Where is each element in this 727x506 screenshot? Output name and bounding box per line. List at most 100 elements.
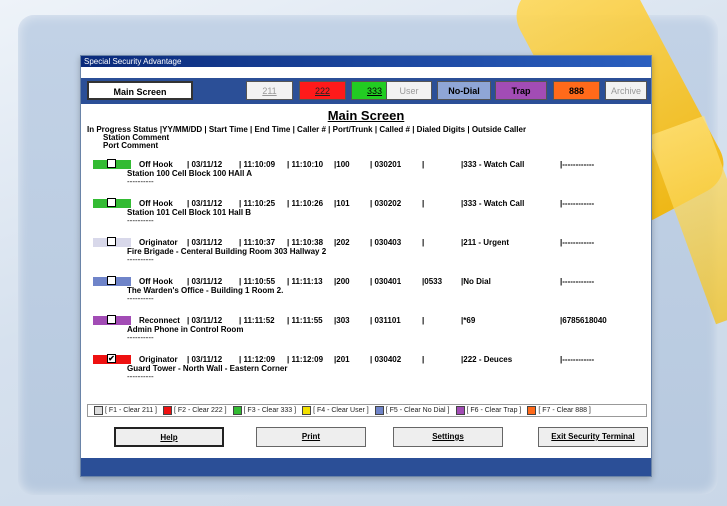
legend-label: [ F7 - Clear 888 ] [538, 407, 591, 414]
legend-item[interactable]: [ F2 - Clear 222 ] [157, 405, 227, 415]
cell-called: | [422, 316, 424, 325]
cell-port: | 030202 [370, 199, 401, 208]
cell-dialed: |222 - Deuces [461, 355, 512, 364]
cell-value: 11:10:10 [291, 160, 324, 169]
cell-start: | 11:10:25 [239, 199, 275, 208]
exit-button[interactable]: Exit Security Terminal [538, 427, 648, 447]
cell-value: 11:11:13 [291, 277, 323, 286]
cell-value: 03/11/12 [191, 277, 223, 286]
legend-label: [ F3 - Clear 333 ] [243, 407, 297, 414]
legend-item[interactable]: [ F3 - Clear 333 ] [227, 405, 297, 415]
cell-value: 030403 [374, 238, 402, 247]
legend-swatch [232, 405, 242, 415]
legend-item[interactable]: [ F1 - Clear 211 ] [88, 405, 157, 415]
port-comment: ---------- [127, 177, 154, 186]
print-button[interactable]: Print [256, 427, 366, 447]
tab-user[interactable]: User [386, 81, 432, 100]
cell-value: 03/11/12 [191, 316, 223, 325]
cell-value: 6785618040 [562, 316, 607, 325]
legend-item[interactable]: [ F6 - Clear Trap ] [450, 405, 522, 415]
settings-button[interactable]: Settings [393, 427, 503, 447]
cell-value: 11:10:38 [291, 238, 324, 247]
cell-status: Reconnect [139, 316, 180, 325]
cell-called: | [422, 160, 424, 169]
tab-main-screen[interactable]: Main Screen [87, 81, 193, 100]
tab-trap[interactable]: Trap [495, 81, 547, 100]
cell-port: | 030403 [370, 238, 401, 247]
row-checkbox[interactable] [107, 237, 116, 246]
tab-211[interactable]: 211 [246, 81, 293, 100]
tab-222[interactable]: 222 [299, 81, 346, 100]
row-checkbox[interactable] [107, 276, 116, 285]
cell-port: | 030201 [370, 160, 401, 169]
cell-value: 333 - Watch Call [463, 199, 525, 208]
legend-swatch [455, 405, 465, 415]
port-comment: ---------- [127, 294, 154, 303]
table-row[interactable]: Off Hook | 03/11/12 | 11:10:09 | 11:10:10 |1… [87, 159, 647, 199]
legend-item[interactable]: [ F5 - Clear No Dial ] [369, 405, 450, 415]
cell-value: 222 - Deuces [463, 355, 513, 364]
cell-port: | 031101 [370, 316, 401, 325]
cell-status: Off Hook [139, 160, 173, 169]
cell-value: 030202 [374, 199, 402, 208]
cell-separator: | [422, 355, 425, 364]
cell-port: | 030402 [370, 355, 401, 364]
cell-separator: | [422, 199, 425, 208]
cell-start: | 11:12:09 [239, 355, 275, 364]
cell-value: 03/11/12 [191, 355, 223, 364]
legend-bar: [ F1 - Clear 211 ] [ F2 - Clear 222 ] [ F3… [87, 404, 647, 417]
cell-end: | 11:10:26 [287, 199, 323, 208]
tab-archive[interactable]: Archive [605, 81, 647, 100]
cell-end: | 11:10:10 [287, 160, 323, 169]
cell-end: | 11:10:38 [287, 238, 323, 247]
tab-no-dial[interactable]: No-Dial [437, 81, 491, 100]
legend-swatch [374, 405, 384, 415]
table-row[interactable]: Reconnect | 03/11/12 | 11:11:52 | 11:11:55 |… [87, 315, 647, 355]
legend-item[interactable]: [ F4 - Clear User ] [296, 405, 369, 415]
cell-end: | 11:11:55 [287, 316, 323, 325]
cell-called: | [422, 238, 424, 247]
cell-dialed: |333 - Watch Call [461, 160, 524, 169]
cell-value: 11:10:25 [243, 199, 276, 208]
cell-outside: |------------ [560, 199, 594, 208]
cell-called: | [422, 199, 424, 208]
port-comment: ---------- [127, 333, 154, 342]
cell-called: |0533 [422, 277, 442, 286]
table-row[interactable]: ✔ Originator | 03/11/12 | 11:12:09 | 11:12:0… [87, 354, 647, 394]
call-list: Off Hook | 03/11/12 | 11:10:09 | 11:10:10 |1… [87, 159, 647, 394]
cell-value: 11:11:52 [243, 316, 275, 325]
table-row[interactable]: Originator | 03/11/12 | 11:10:37 | 11:10:38… [87, 237, 647, 277]
legend-item[interactable]: [ F7 - Clear 888 ] [521, 405, 591, 415]
cell-status: Off Hook [139, 277, 173, 286]
row-checkbox[interactable] [107, 198, 116, 207]
cell-dialed: |No Dial [461, 277, 491, 286]
legend-label: [ F6 - Clear Trap ] [466, 407, 522, 414]
row-checkbox[interactable] [107, 159, 116, 168]
cell-start: | 11:11:52 [239, 316, 275, 325]
cell-outside: |------------ [560, 238, 594, 247]
cell-value: Off Hook [139, 277, 173, 286]
tab-888[interactable]: 888 [553, 81, 600, 100]
cell-value: 11:10:37 [243, 238, 276, 247]
cell-value: Off Hook [139, 160, 173, 169]
row-checkbox[interactable]: ✔ [107, 354, 116, 363]
cell-date: | 03/11/12 [187, 199, 222, 208]
column-header: In Progress Status |YY/MM/DD | Start Tim… [87, 125, 526, 150]
row-checkbox[interactable] [107, 315, 116, 324]
cell-caller: |101 [334, 199, 350, 208]
cell-value: 0533 [424, 277, 443, 286]
cell-value: 030401 [374, 277, 402, 286]
cell-value: 202 [336, 238, 350, 247]
cell-caller: |202 [334, 238, 350, 247]
cell-separator: | [422, 316, 425, 325]
app-window: Special Security Advantage Main Screen 2… [80, 55, 652, 477]
cell-value: 101 [336, 199, 350, 208]
cell-value: 11:12:09 [291, 355, 324, 364]
port-comment: ---------- [127, 372, 154, 381]
table-row[interactable]: Off Hook | 03/11/12 | 11:10:55 | 11:11:13 |2… [87, 276, 647, 316]
legend-swatch [94, 405, 103, 415]
cell-start: | 11:10:37 [239, 238, 275, 247]
table-row[interactable]: Off Hook | 03/11/12 | 11:10:25 | 11:10:26 |1… [87, 198, 647, 238]
cell-value: ------------ [562, 199, 595, 208]
help-button[interactable]: Help [114, 427, 224, 447]
